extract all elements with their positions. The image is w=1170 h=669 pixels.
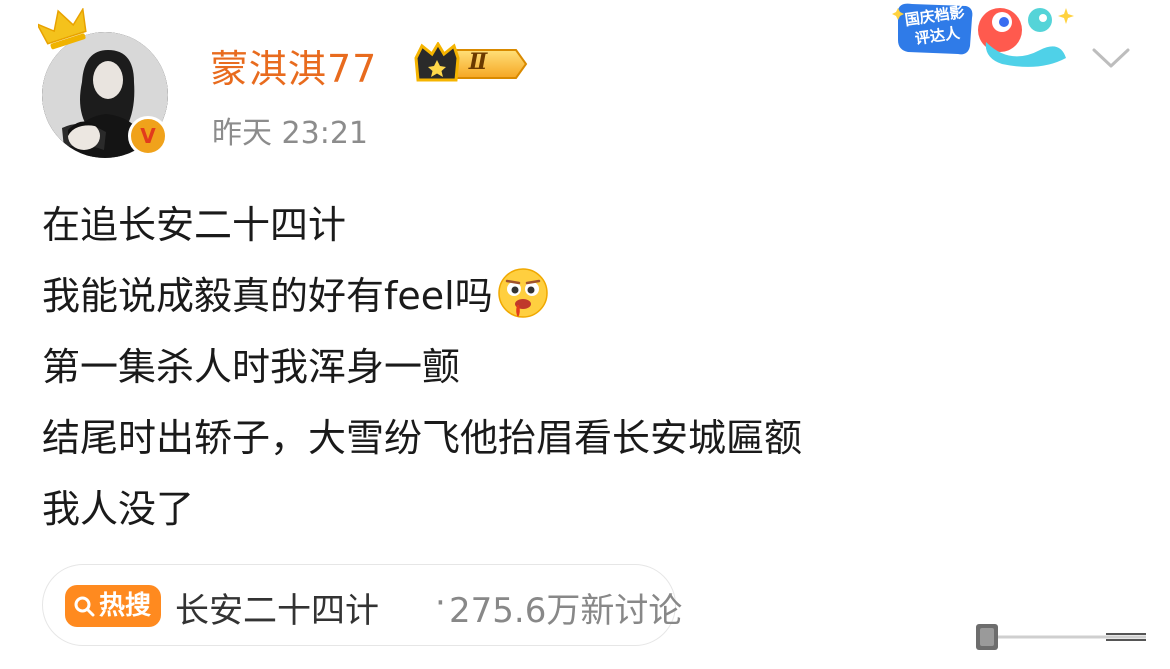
chevron-down-icon[interactable] bbox=[1090, 42, 1132, 72]
content-line: 在追长安二十四计 bbox=[42, 203, 347, 247]
content-line-with-emoji: 我能说成毅真的好有feel吗 bbox=[42, 261, 802, 332]
crown-icon bbox=[38, 8, 87, 50]
author-avatar-group[interactable]: V bbox=[38, 8, 178, 158]
content-line: 我能说成毅真的好有feel吗 bbox=[42, 274, 493, 318]
hot-topic-separator: · bbox=[435, 583, 446, 623]
hot-search-badge: 热搜 bbox=[65, 585, 161, 627]
hot-topic-discussion-count: 275.6万新讨论 bbox=[449, 591, 683, 631]
content-line: 我人没了 bbox=[42, 487, 195, 531]
content-line: 结尾时出轿子，大雪纷飞他抬眉看长安城匾额 bbox=[42, 416, 803, 460]
author-name[interactable]: 蒙淇淇77 bbox=[210, 38, 377, 93]
drooling-face-icon bbox=[497, 268, 548, 318]
search-icon bbox=[74, 596, 95, 617]
post-content: 在追长安二十四计 我能说成毅真的好有feel吗 第一集杀人时我浑身一颤 结尾时出… bbox=[42, 190, 802, 545]
vip-level-label: Ⅱ bbox=[468, 49, 488, 75]
scroll-handle[interactable] bbox=[900, 620, 1152, 654]
hot-topic-card[interactable]: 热搜 长安二十四计 · 275.6万新讨论 bbox=[42, 564, 682, 646]
hot-search-badge-label: 热搜 bbox=[99, 591, 152, 621]
post-timestamp: 昨天 23:21 bbox=[212, 116, 368, 151]
weibo-post: V 蒙淇淇77 Ⅱ 昨天 23:21 国庆档影评达人 在追长安二十四计 我能说成… bbox=[0, 0, 1170, 669]
hot-topic-name[interactable]: 长安二十四计 bbox=[175, 583, 379, 632]
content-line: 第一集杀人时我浑身一颤 bbox=[42, 345, 461, 389]
verified-icon: V bbox=[128, 116, 168, 156]
